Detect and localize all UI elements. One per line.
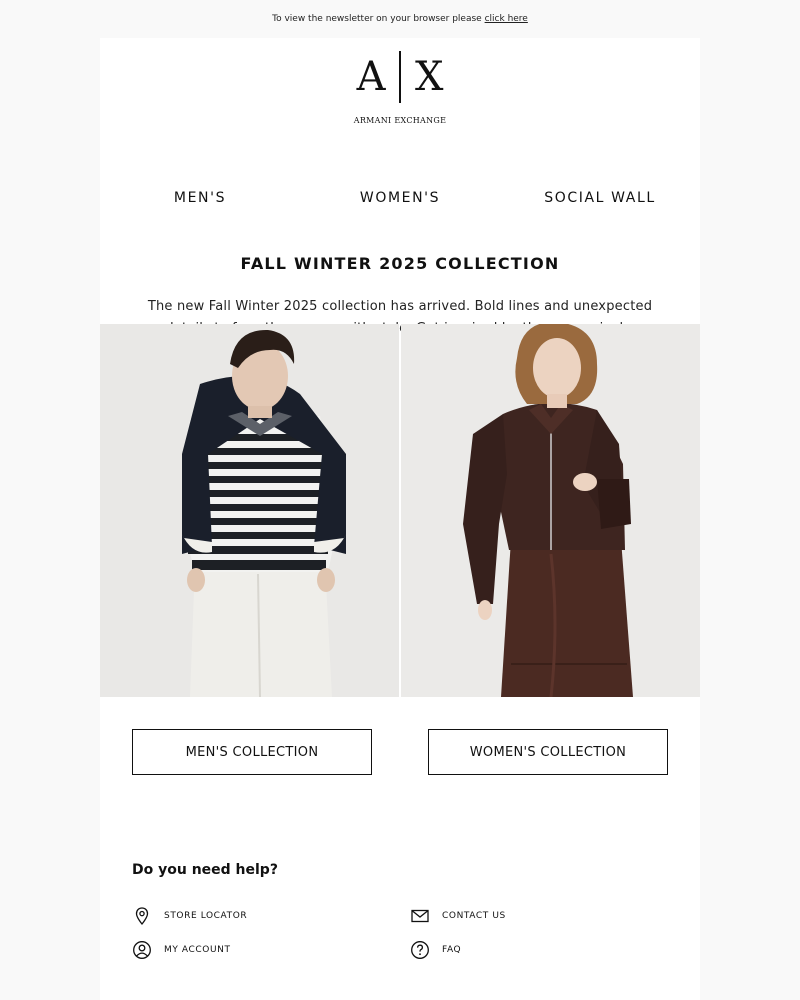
logo-divider: [399, 51, 401, 103]
womens-collection-photo[interactable]: [401, 324, 700, 697]
faq-link[interactable]: FAQ: [410, 940, 668, 960]
user-circle-icon: [133, 941, 151, 959]
logo-wordmark: ARMANI EXCHANGE: [353, 116, 447, 125]
brand-logo[interactable]: A X ARMANI EXCHANGE: [100, 50, 700, 125]
question-circle-icon: [411, 941, 429, 959]
store-locator-label: STORE LOCATOR: [164, 911, 248, 921]
logo-letter-a: A: [356, 54, 386, 100]
preheader: To view the newsletter on your browser p…: [0, 0, 800, 38]
newsletter-body: A X ARMANI EXCHANGE MEN'S WOMEN'S SOCIAL…: [100, 38, 700, 1000]
view-in-browser-link[interactable]: click here: [485, 14, 528, 24]
mens-collection-photo[interactable]: [100, 324, 399, 697]
female-model-illustration: [463, 324, 633, 697]
nav-item-social-wall[interactable]: SOCIAL WALL: [500, 190, 700, 206]
help-title: Do you need help?: [132, 862, 278, 878]
womens-collection-button[interactable]: WOMEN'S COLLECTION: [428, 729, 668, 775]
hero-images: [100, 324, 700, 697]
faq-label: FAQ: [442, 945, 462, 955]
nav-item-mens[interactable]: MEN'S: [100, 190, 300, 206]
store-locator-link[interactable]: STORE LOCATOR: [132, 906, 410, 926]
help-links: STORE LOCATOR CONTACT US MY ACCOUNT FAQ: [132, 906, 668, 960]
nav-item-womens[interactable]: WOMEN'S: [300, 190, 500, 206]
contact-us-link[interactable]: CONTACT US: [410, 906, 668, 926]
envelope-icon: [411, 909, 429, 923]
main-nav: MEN'S WOMEN'S SOCIAL WALL: [100, 190, 700, 206]
collection-title: FALL WINTER 2025 COLLECTION: [240, 254, 560, 273]
male-model-illustration: [182, 329, 346, 697]
my-account-label: MY ACCOUNT: [164, 945, 231, 955]
location-pin-icon: [135, 907, 149, 926]
my-account-link[interactable]: MY ACCOUNT: [132, 940, 410, 960]
preheader-text: To view the newsletter on your browser p…: [272, 14, 482, 24]
collection-buttons: MEN'S COLLECTION WOMEN'S COLLECTION: [132, 729, 668, 775]
contact-us-label: CONTACT US: [442, 911, 506, 921]
logo-mark: A X: [100, 50, 700, 104]
logo-letter-x: X: [414, 54, 444, 100]
mens-collection-button[interactable]: MEN'S COLLECTION: [132, 729, 372, 775]
